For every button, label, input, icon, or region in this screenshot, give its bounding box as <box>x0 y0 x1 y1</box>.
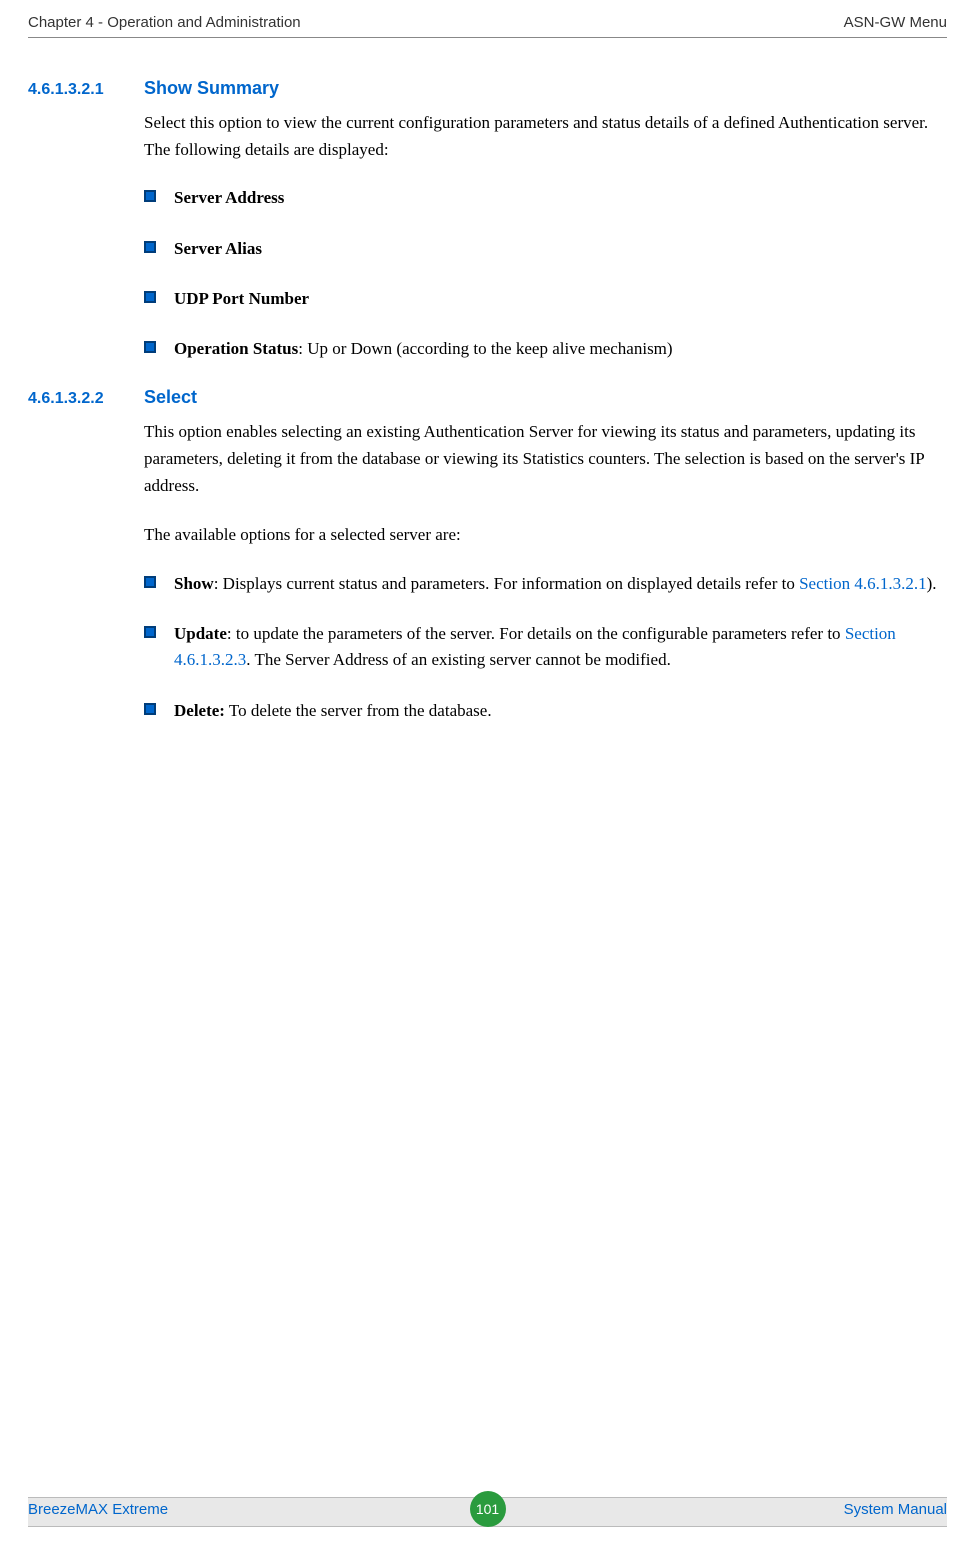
section-title: Show Summary <box>144 78 279 99</box>
section-heading: 4.6.1.3.2.2 Select <box>28 387 947 408</box>
footer-manual: System Manual <box>844 1501 947 1518</box>
list-item: Operation Status: Up or Down (according … <box>144 336 947 362</box>
page-footer: BreezeMAX Extreme 101 System Manual <box>0 1491 975 1527</box>
list-item: Update: to update the parameters of the … <box>144 621 947 674</box>
bullet-text: Server Alias <box>174 236 262 262</box>
list-item: Server Alias <box>144 236 947 262</box>
bullet-text: Update: to update the parameters of the … <box>174 621 947 674</box>
list-item: Server Address <box>144 185 947 211</box>
bullet-icon <box>144 341 156 353</box>
section-number: 4.6.1.3.2.2 <box>28 390 144 408</box>
bullet-text: Operation Status: Up or Down (according … <box>174 336 673 362</box>
page-header: Chapter 4 - Operation and Administration… <box>0 0 975 37</box>
list-item: Delete: To delete the server from the da… <box>144 698 947 724</box>
section-link[interactable]: Section 4.6.1.3.2.1 <box>799 574 927 593</box>
bullet-icon <box>144 576 156 588</box>
list-item: UDP Port Number <box>144 286 947 312</box>
bullet-icon <box>144 190 156 202</box>
bullet-text: UDP Port Number <box>174 286 309 312</box>
section-heading: 4.6.1.3.2.1 Show Summary <box>28 78 947 99</box>
section-intro: This option enables selecting an existin… <box>144 418 947 500</box>
section-intro2: The available options for a selected ser… <box>144 521 947 548</box>
bullet-icon <box>144 241 156 253</box>
section-intro: Select this option to view the current c… <box>144 109 947 163</box>
header-chapter: Chapter 4 - Operation and Administration <box>28 14 301 31</box>
list-item: Show: Displays current status and parame… <box>144 571 947 597</box>
section-title: Select <box>144 387 197 408</box>
bullet-text: Server Address <box>174 185 284 211</box>
bullet-text: Show: Displays current status and parame… <box>174 571 937 597</box>
bullet-icon <box>144 626 156 638</box>
page-number: 101 <box>470 1491 506 1527</box>
footer-product: BreezeMAX Extreme <box>28 1501 168 1518</box>
page-content: 4.6.1.3.2.1 Show Summary Select this opt… <box>0 38 975 724</box>
section-number: 4.6.1.3.2.1 <box>28 81 144 99</box>
header-menu: ASN-GW Menu <box>844 14 947 31</box>
footer-page-badge: 101 <box>470 1491 506 1527</box>
bullet-text: Delete: To delete the server from the da… <box>174 698 492 724</box>
bullet-icon <box>144 703 156 715</box>
bullet-icon <box>144 291 156 303</box>
